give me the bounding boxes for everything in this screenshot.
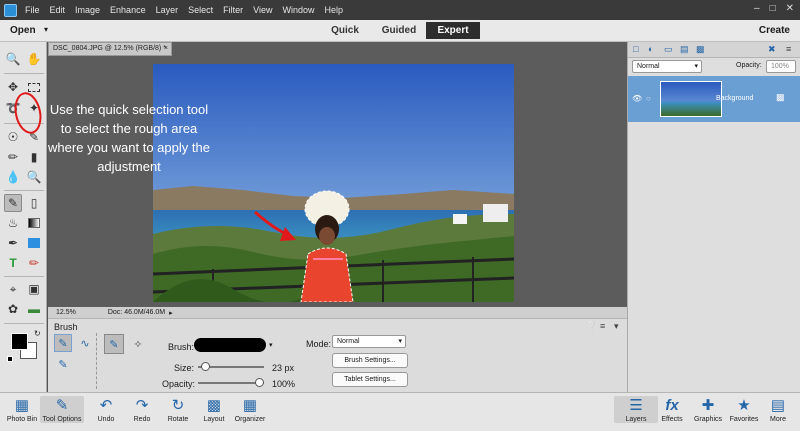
more-label: More: [770, 416, 786, 423]
layer-opacity-label: Opacity:: [736, 62, 762, 69]
mode-select-value: Normal: [337, 338, 360, 345]
impressionist-brush-option[interactable]: ∿: [76, 334, 94, 352]
new-layer-icon[interactable]: □: [633, 44, 638, 54]
mode-select[interactable]: Normal ▾: [332, 335, 406, 348]
mode-label: Mode:: [306, 339, 332, 349]
redo-label: Redo: [133, 416, 151, 423]
brush-tool-option[interactable]: ✎: [54, 334, 72, 352]
graphics-label: Graphics: [693, 416, 722, 423]
layer-lock-icon[interactable]: ▩: [776, 92, 785, 103]
size-value: 23 px: [272, 363, 295, 373]
opacity-slider-thumb[interactable]: [255, 378, 264, 387]
options-divider: [96, 333, 97, 389]
tool-options-panel: Brush ✎ ∿ ✎ ✎ ✧ Brush: ▾ Size: 23 px Opa…: [48, 318, 627, 392]
organizer-label: Organizer: [234, 416, 266, 423]
more-button[interactable]: ▤ More: [756, 396, 800, 423]
undo-label: Undo: [97, 416, 115, 423]
brush-dropdown-chevron-icon[interactable]: ▾: [269, 341, 273, 349]
brush-settings-button[interactable]: Brush Settings...: [332, 353, 408, 368]
tool-options-button[interactable]: ✎ Tool Options: [40, 396, 84, 423]
brush-label: Brush:: [168, 342, 195, 352]
size-slider-thumb[interactable]: [201, 362, 211, 371]
color-replacement-option[interactable]: ✎: [54, 355, 72, 373]
effects-label: Effects: [661, 416, 683, 423]
eye-icon[interactable]: 👁: [632, 94, 642, 103]
annotation-arrowhead: [280, 227, 296, 241]
layers-label: Layers: [625, 416, 647, 423]
photo-bin-label: Photo Bin: [6, 416, 38, 423]
layer-opacity-value: 100%: [771, 63, 789, 70]
opacity-slider-track[interactable]: [198, 378, 264, 387]
trash-icon[interactable]: ✖: [768, 44, 776, 55]
blend-mode-value: Normal: [637, 63, 660, 70]
tool-options-icon: ✎: [55, 397, 69, 414]
brush-preset-preview[interactable]: [194, 338, 266, 352]
airbrush-mode-icon[interactable]: ✧: [128, 334, 148, 354]
new-group-icon[interactable]: ▭: [664, 44, 673, 55]
layer-link-icon[interactable]: ○: [646, 94, 651, 103]
layers-toolbar: □ ◐ ▭ ▤ ▩ ✖ ≡: [628, 42, 800, 58]
annotation-circle: [14, 92, 42, 134]
size-slider-track[interactable]: [198, 362, 264, 371]
panel-menu-icon[interactable]: ≡: [786, 44, 791, 54]
tablet-settings-button[interactable]: Tablet Settings...: [332, 372, 408, 387]
organizer-button[interactable]: ▦ Organizer: [228, 396, 272, 423]
photo-bin-icon: ▦: [14, 397, 30, 414]
tool-options-title: Brush: [54, 322, 78, 332]
layer-name: Background: [716, 95, 754, 102]
link-layers-icon[interactable]: ▤: [680, 44, 689, 55]
collapse-panel-icon[interactable]: ▾: [614, 321, 619, 332]
doc-size: Doc: 46.0M/46.0M: [107, 309, 166, 316]
help-icon[interactable]: ❔: [586, 321, 597, 332]
brush-mode-icon[interactable]: ✎: [104, 334, 124, 354]
chevron-down-icon: ▾: [398, 338, 402, 345]
size-label: Size:: [174, 363, 195, 373]
panel-menu-icon[interactable]: ≡: [600, 321, 605, 331]
status-arrow-icon[interactable]: ▸: [169, 309, 173, 317]
lock-icon[interactable]: ▩: [696, 44, 705, 55]
foreground-color-swatch[interactable]: [11, 333, 28, 350]
layer-row-background[interactable]: 👁 ○ Background ▩: [628, 76, 800, 122]
favorites-label: Favorites: [729, 416, 759, 423]
chevron-down-icon: ▾: [694, 63, 698, 70]
blend-mode-select[interactable]: Normal ▾: [632, 60, 702, 73]
layers-panel: □ ◐ ▭ ▤ ▩ ✖ ≡ Normal ▾ Opacity: 100% 👁 ○…: [627, 42, 800, 392]
zoom-level: 12.5%: [56, 309, 76, 316]
tool-options-label: Tool Options: [42, 416, 82, 423]
organizer-icon: ▦: [242, 397, 258, 414]
opacity-label: Opacity:: [162, 379, 196, 389]
layer-opacity-field[interactable]: 100%: [766, 60, 796, 73]
layout-label: Layout: [203, 416, 225, 423]
bottom-taskbar: ▦ Photo Bin ✎ Tool Options ↶ Undo ↷ Redo ↻ Ro…: [0, 392, 800, 431]
opacity-value: 100%: [272, 379, 296, 389]
adjustment-layer-icon[interactable]: ◐: [648, 44, 653, 54]
photo-bin-button[interactable]: ▦ Photo Bin: [0, 396, 44, 423]
status-bar: 12.5% Doc: 46.0M/46.0M ▸: [48, 307, 627, 318]
more-icon: ▤: [770, 397, 786, 414]
layer-thumbnail: [660, 81, 722, 117]
rotate-label: Rotate: [167, 416, 189, 423]
